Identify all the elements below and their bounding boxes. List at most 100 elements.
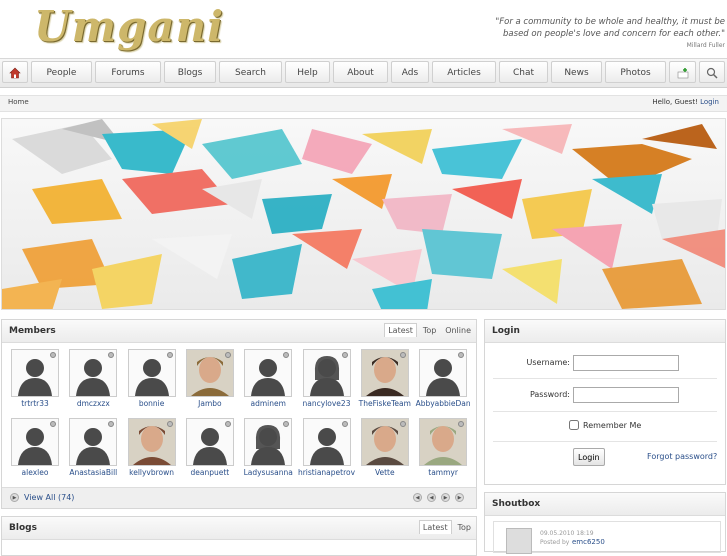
member-card[interactable]: TheFiskeTeam	[359, 349, 411, 411]
shoutbox-header: Shoutbox	[485, 493, 725, 516]
avatar[interactable]	[244, 349, 293, 397]
members-panel: Members Latest Top Online trtrtr33 dmczxz…	[1, 319, 477, 509]
member-name[interactable]: TheFiskeTeam	[356, 399, 414, 408]
nav-ads[interactable]: Ads	[391, 61, 429, 83]
member-card[interactable]: dmczxzx	[68, 349, 118, 411]
avatar[interactable]	[302, 418, 351, 466]
main-nav: People Forums Blogs Search Help About Ad…	[0, 58, 727, 88]
avatar[interactable]	[127, 418, 176, 466]
member-card[interactable]: Ladysusanna	[243, 418, 293, 480]
nav-people[interactable]: People	[31, 61, 92, 83]
members-header: Members Latest Top Online	[2, 320, 476, 343]
avatar[interactable]	[69, 349, 118, 397]
nav-add-button[interactable]	[669, 61, 696, 83]
member-card[interactable]: Jambo	[185, 349, 235, 411]
nav-photos[interactable]: Photos	[605, 61, 666, 83]
member-card[interactable]: tammyr	[418, 418, 468, 480]
login-link[interactable]: Login	[700, 98, 719, 106]
nav-news[interactable]: News	[551, 61, 602, 83]
nav-articles[interactable]: Articles	[432, 61, 496, 83]
nav-about[interactable]: About	[333, 61, 388, 83]
nav-home-button[interactable]	[2, 61, 28, 83]
member-card[interactable]: Vette	[360, 418, 410, 480]
avatar[interactable]	[302, 349, 351, 397]
blogs-title: Blogs	[9, 523, 37, 533]
avatar[interactable]	[244, 418, 293, 466]
site-logo[interactable]: Umgani	[34, 2, 224, 51]
member-card[interactable]: AbbyabbieDan	[416, 349, 471, 411]
avatar[interactable]	[506, 528, 532, 554]
member-card[interactable]: AnastasiaBill	[68, 418, 118, 480]
remember-me-checkbox[interactable]	[569, 420, 579, 430]
avatar[interactable]	[11, 349, 59, 397]
login-panel: Login Username: Password: Remember Me Lo…	[484, 319, 726, 485]
member-name[interactable]: kellyvbrown	[123, 468, 181, 477]
member-card[interactable]: bonnie	[127, 349, 177, 411]
breadcrumb-home[interactable]: Home	[8, 98, 29, 106]
avatar[interactable]	[127, 349, 176, 397]
avatar[interactable]	[360, 349, 409, 397]
member-name[interactable]: tammyr	[414, 468, 472, 477]
first-page-icon[interactable]: ◀	[413, 493, 422, 502]
last-page-icon[interactable]: ▶	[455, 493, 464, 502]
tab-top[interactable]: Top	[455, 521, 475, 534]
prev-page-icon[interactable]: ◀	[427, 493, 436, 502]
member-name[interactable]: AbbyabbieDan	[414, 399, 472, 408]
blogs-tabs: Latest Top	[418, 520, 475, 534]
view-all-arrow-icon[interactable]: ▶	[10, 493, 19, 502]
login-button[interactable]: Login	[573, 448, 605, 466]
quote-line-2: based on people's love and concern for e…	[503, 29, 725, 39]
nav-help[interactable]: Help	[285, 61, 330, 83]
member-name[interactable]: nancylove23	[298, 399, 356, 408]
nav-blogs[interactable]: Blogs	[164, 61, 216, 83]
status-indicator-icon	[50, 352, 56, 358]
member-name[interactable]: trtrtr33	[6, 399, 64, 408]
forgot-password-link[interactable]: Forgot password?	[647, 452, 717, 461]
nav-search-button[interactable]	[699, 61, 725, 83]
greeting-text: Hello, Guest!	[652, 98, 698, 106]
member-name[interactable]: Ladysusanna	[239, 468, 297, 477]
member-card[interactable]: deanpuett	[185, 418, 235, 480]
member-card[interactable]: adminem	[243, 349, 293, 411]
username-input[interactable]	[573, 355, 679, 371]
member-name[interactable]: AnastasiaBill	[64, 468, 122, 477]
member-name[interactable]: adminem	[239, 399, 297, 408]
member-card[interactable]: nancylove23	[302, 349, 352, 411]
nav-forums[interactable]: Forums	[95, 61, 161, 83]
shoutbox-title: Shoutbox	[492, 499, 541, 509]
quote-author: Millard Fuller	[686, 42, 725, 49]
member-name[interactable]: alexleo	[6, 468, 64, 477]
nav-chat[interactable]: Chat	[499, 61, 548, 83]
member-name[interactable]: dmczxzx	[64, 399, 122, 408]
member-name[interactable]: bonnie	[123, 399, 181, 408]
shout-date: 09.05.2010 18:19	[540, 530, 594, 537]
next-page-icon[interactable]: ▶	[441, 493, 450, 502]
member-card[interactable]: trtrtr33	[10, 349, 60, 411]
avatar[interactable]	[11, 418, 59, 466]
blogs-header: Blogs Latest Top	[2, 517, 476, 540]
tab-top[interactable]: Top	[420, 324, 440, 337]
tab-latest[interactable]: Latest	[418, 520, 452, 534]
tab-latest[interactable]: Latest	[384, 323, 417, 337]
avatar[interactable]	[185, 349, 234, 397]
avatar[interactable]	[419, 418, 468, 466]
nav-search[interactable]: Search	[219, 61, 282, 83]
tab-online[interactable]: Online	[442, 324, 474, 337]
password-input[interactable]	[573, 387, 679, 403]
login-title: Login	[492, 326, 520, 336]
member-card[interactable]: alexleo	[10, 418, 60, 480]
shout-entry: 09.05.2010 18:19 Posted by emc6250	[493, 521, 721, 554]
member-name[interactable]: Jambo	[181, 399, 239, 408]
avatar[interactable]	[360, 418, 409, 466]
avatar[interactable]	[419, 349, 468, 397]
status-indicator-icon	[224, 421, 231, 427]
member-card[interactable]: kellyvbrown	[127, 418, 177, 480]
member-name[interactable]: Vette	[356, 468, 414, 477]
view-all-link[interactable]: View All (74)	[24, 493, 74, 502]
member-name[interactable]: deanpuett	[181, 468, 239, 477]
avatar[interactable]	[69, 418, 118, 466]
member-name[interactable]: hristianapetrov	[298, 468, 356, 477]
member-card[interactable]: hristianapetrov	[298, 418, 355, 480]
avatar[interactable]	[185, 418, 234, 466]
status-indicator-icon	[341, 352, 348, 358]
